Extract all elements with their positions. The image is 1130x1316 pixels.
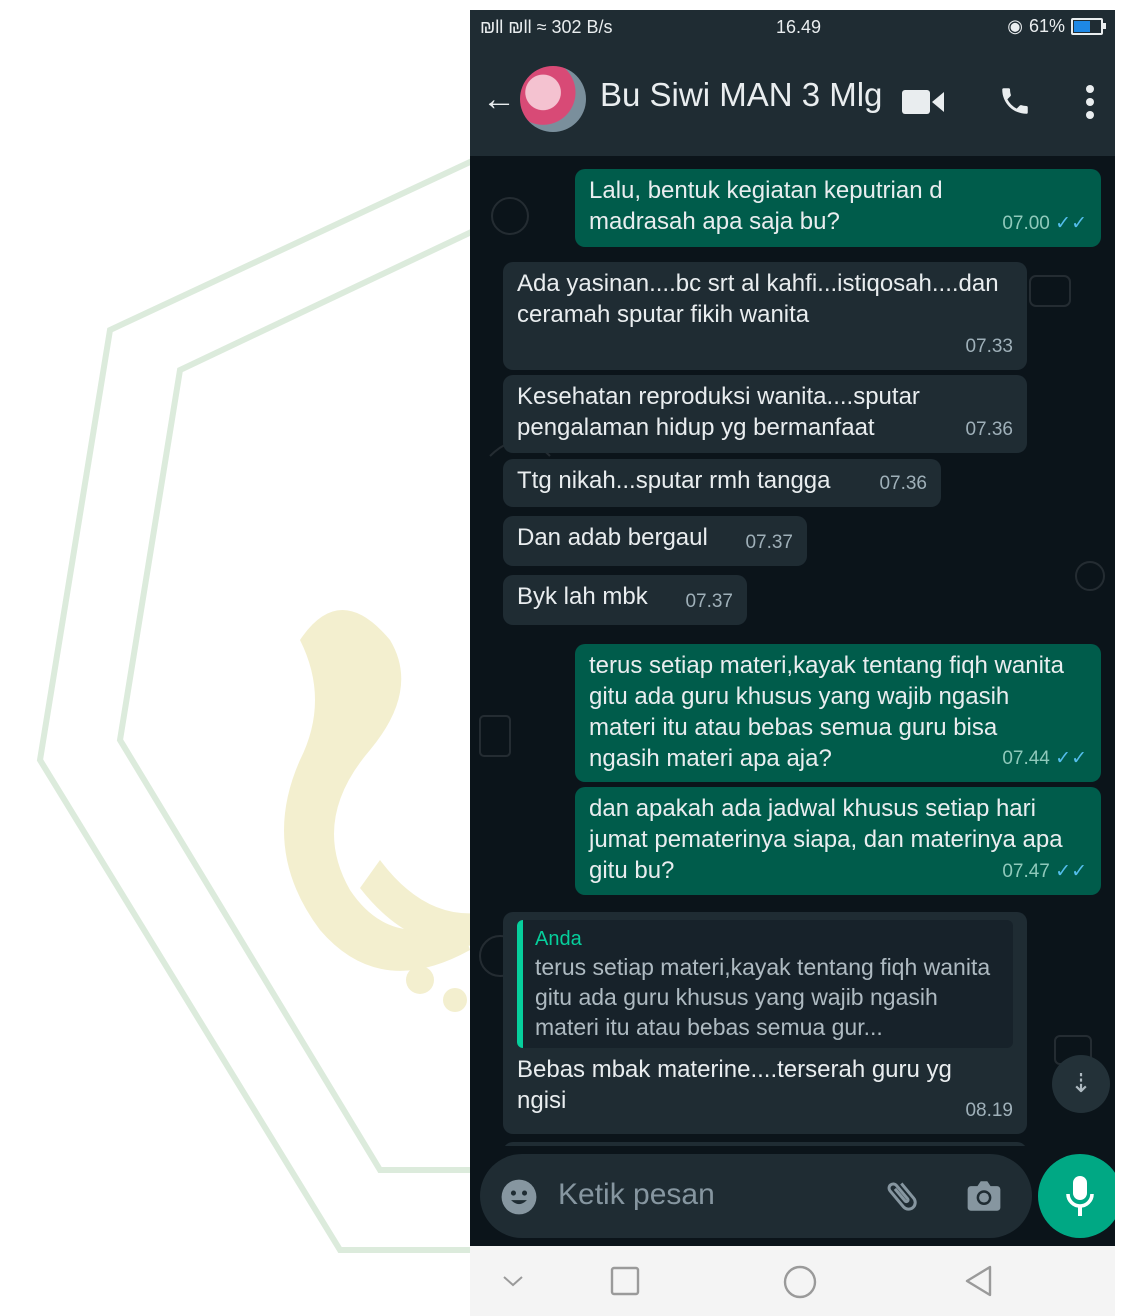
circle-icon[interactable]	[782, 1264, 818, 1300]
triangle-back-icon[interactable]	[964, 1264, 994, 1298]
message-text: Ada yasinan....bc srt al kahfi...istiqos…	[517, 270, 999, 328]
message-incoming[interactable]: Dan adab bergaul 07.37	[503, 516, 807, 566]
message-time: 07.00 ✓✓	[1002, 213, 1087, 234]
message-time: 07.44 ✓✓	[1002, 748, 1087, 769]
phone-icon[interactable]	[998, 84, 1032, 118]
signal-icon: ₪ll ₪ll	[480, 17, 532, 37]
microphone-icon	[1066, 1176, 1094, 1216]
status-bar: ₪ll ₪ll ≈ 302 B/s 16.49 ◉ 61%	[470, 10, 1115, 44]
double-chevron-down-icon[interactable]: ⇣	[1052, 1055, 1110, 1113]
navigation-bar	[470, 1246, 1115, 1316]
quote-author: Anda	[535, 928, 582, 950]
avatar[interactable]	[520, 66, 586, 132]
phone-screen: ₪ll ₪ll ≈ 302 B/s 16.49 ◉ 61% ← Bu Siwi …	[470, 10, 1115, 1316]
message-incoming[interactable]: Kesehatan reproduksi wanita....sputar pe…	[503, 375, 1027, 453]
quoted-message[interactable]: Anda terus setiap materi,kayak tentang f…	[517, 920, 1013, 1048]
read-ticks-icon: ✓✓	[1055, 748, 1087, 769]
arrow-left-icon[interactable]: ←	[482, 80, 516, 119]
square-icon[interactable]	[610, 1266, 640, 1296]
status-left: ₪ll ₪ll ≈ 302 B/s	[480, 17, 613, 38]
message-text: terus setiap materi,kayak tentang fiqh w…	[589, 652, 1064, 772]
chat-header: ← Bu Siwi MAN 3 Mlg	[470, 44, 1115, 156]
camera-icon[interactable]	[964, 1178, 1004, 1214]
message-composer[interactable]: Ketik pesan	[480, 1154, 1032, 1238]
message-time: 07.36	[879, 473, 927, 494]
status-right: ◉ 61%	[1007, 16, 1106, 37]
chat-area[interactable]: Lalu, bentuk kegiatan keputrian d madras…	[470, 156, 1115, 1146]
message-time: 07.33	[965, 336, 1013, 357]
battery-icon	[1071, 18, 1106, 35]
battery-fill	[1074, 21, 1090, 32]
message-text: Lalu, bentuk kegiatan keputrian d madras…	[589, 177, 943, 235]
message-time: 07.37	[745, 532, 793, 553]
message-time: 07.47 ✓✓	[1002, 861, 1087, 882]
wifi-icon: ≈	[536, 17, 547, 37]
message-text: Kesehatan reproduksi wanita....sputar pe…	[517, 383, 920, 441]
video-call-icon[interactable]	[902, 88, 944, 116]
read-ticks-icon: ✓✓	[1055, 861, 1087, 882]
message-incoming-reply[interactable]: Anda terus setiap materi,kayak tentang f…	[503, 912, 1027, 1134]
status-time: 16.49	[776, 17, 822, 37]
contact-name[interactable]: Bu Siwi MAN 3 Mlg	[600, 76, 882, 114]
message-outgoing[interactable]: dan apakah ada jadwal khusus setiap hari…	[575, 787, 1101, 895]
message-incoming[interactable]: Ada yasinan....bc srt al kahfi...istiqos…	[503, 262, 1027, 370]
message-text: Ttg nikah...sputar rmh tangga	[517, 467, 831, 494]
message-time: 07.37	[685, 591, 733, 612]
message-incoming-partial	[503, 1142, 1027, 1146]
alarm-icon: ◉	[1007, 16, 1023, 36]
paperclip-icon[interactable]	[882, 1176, 922, 1216]
emoji-icon[interactable]	[500, 1178, 538, 1216]
message-incoming[interactable]: Byk lah mbk 07.37	[503, 575, 747, 625]
chevron-down-icon[interactable]	[502, 1274, 524, 1288]
read-ticks-icon: ✓✓	[1055, 213, 1087, 234]
message-time: 07.36	[965, 419, 1013, 440]
message-text: dan apakah ada jadwal khusus setiap hari…	[589, 795, 1063, 884]
message-outgoing[interactable]: Lalu, bentuk kegiatan keputrian d madras…	[575, 169, 1101, 247]
message-incoming[interactable]: Ttg nikah...sputar rmh tangga 07.36	[503, 459, 941, 507]
message-text: Bebas mbak materine....terserah guru yg …	[517, 1056, 952, 1114]
microphone-button[interactable]	[1038, 1154, 1115, 1238]
more-vert-icon[interactable]	[1084, 84, 1096, 120]
message-outgoing[interactable]: terus setiap materi,kayak tentang fiqh w…	[575, 644, 1101, 782]
network-speed: 302 B/s	[551, 17, 613, 37]
message-input[interactable]: Ketik pesan	[558, 1178, 715, 1212]
battery-percent: 61%	[1028, 16, 1065, 36]
quote-text: terus setiap materi,kayak tentang fiqh w…	[535, 954, 991, 1040]
message-time: 08.19	[965, 1100, 1013, 1121]
